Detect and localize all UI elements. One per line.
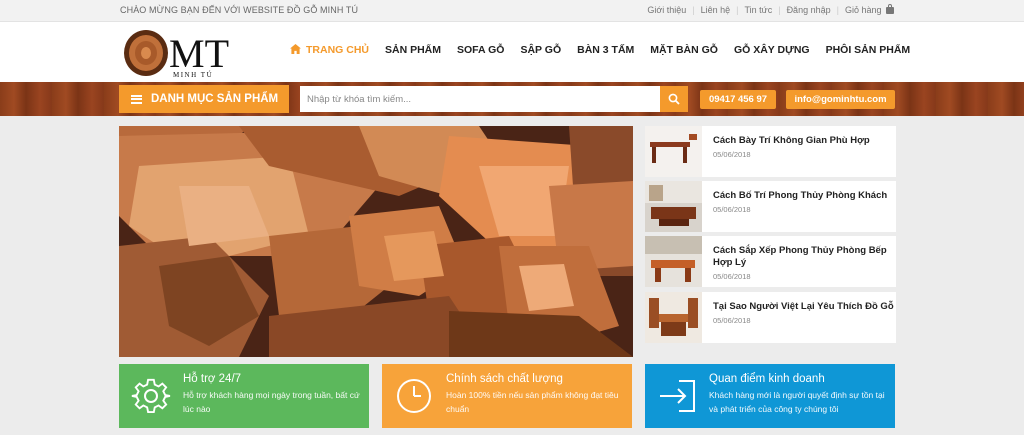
login-icon — [660, 380, 695, 412]
search-button[interactable] — [660, 86, 688, 112]
hero-banner-image[interactable] — [119, 126, 633, 357]
search-bar: DANH MỤC SẢN PHẨM 09417 456 97 info@gomi… — [0, 82, 1024, 116]
category-label: DANH MỤC SẢN PHẨM — [151, 93, 279, 105]
news-thumbnail — [645, 292, 702, 343]
news-thumbnail — [645, 126, 702, 177]
cart-label: Giỏ hàng — [844, 5, 882, 15]
search-icon — [668, 93, 680, 105]
news-date: 05/06/2018 — [713, 316, 751, 325]
feature-business-view[interactable]: Quan điểm kinh doanh Khách hàng mới là n… — [645, 364, 895, 428]
feature-quality-policy[interactable]: Chính sách chất lượng Hoàn 100% tiền nếu… — [382, 364, 632, 428]
feature-description: Hoàn 100% tiền nếu sản phẩm không đạt ti… — [446, 390, 619, 414]
nav-go-xay-dung[interactable]: GỖ XÂY DỰNG — [734, 44, 810, 56]
news-thumbnail — [645, 236, 702, 287]
feature-description: Khách hàng mới là người quyết định sự tồ… — [709, 390, 885, 414]
cart-icon — [886, 4, 894, 14]
welcome-text: CHÀO MỪNG BẠN ĐẾN VỚI WEBSITE ĐỒ GỖ MINH… — [120, 5, 359, 15]
news-item[interactable]: Tại Sao Người Việt Lại Yêu Thích Đồ Gỗ 05… — [645, 292, 896, 343]
link-about[interactable]: Giới thiệu — [641, 5, 692, 15]
logo-monogram: MT — [169, 31, 229, 76]
feature-description: Hỗ trợ khách hàng mọi ngày trong tuần, b… — [183, 390, 360, 414]
email-button[interactable]: info@gominhtu.com — [786, 90, 895, 109]
feature-title: Quan điểm kinh doanh — [709, 373, 825, 385]
feature-title: Chính sách chất lượng — [446, 373, 563, 385]
logo[interactable]: MT MINH TÚ — [124, 27, 230, 79]
top-bar: CHÀO MỪNG BẠN ĐẾN VỚI WEBSITE ĐỒ GỖ MINH… — [0, 0, 1024, 22]
news-date: 05/06/2018 — [713, 205, 751, 214]
clock-icon — [397, 379, 431, 413]
nav-products[interactable]: SẢN PHẨM — [385, 44, 441, 56]
nav-sap-go[interactable]: SẬP GỖ — [520, 44, 561, 56]
news-date: 05/06/2018 — [713, 272, 751, 281]
news-item[interactable]: Cách Bố Trí Phong Thủy Phòng Khách 05/06/… — [645, 181, 896, 232]
timber-logs-image — [119, 126, 633, 357]
nav-ban-3-tam[interactable]: BÀN 3 TẤM — [577, 44, 634, 56]
nav-sofa[interactable]: SOFA GỖ — [457, 44, 504, 56]
link-cart[interactable]: Giỏ hàng — [839, 4, 900, 15]
nav-mat-ban-go[interactable]: MẶT BÀN GỖ — [650, 44, 718, 56]
news-title: Cách Bố Trí Phong Thủy Phòng Khách — [713, 190, 888, 201]
news-thumbnail — [645, 181, 702, 232]
menu-icon — [131, 94, 142, 104]
gear-icon — [131, 378, 171, 414]
news-item[interactable]: Cách Sắp Xếp Phong Thủy Phòng Bếp Hợp Lý… — [645, 236, 896, 287]
link-login[interactable]: Đăng nhập — [781, 5, 837, 15]
nav-home-label: TRANG CHỦ — [306, 44, 369, 56]
news-title: Tại Sao Người Việt Lại Yêu Thích Đồ Gỗ — [713, 301, 894, 312]
news-title: Cách Bày Trí Không Gian Phù Hợp — [713, 135, 870, 146]
top-links: Giới thiệu | Liên hệ | Tin tức | Đăng nh… — [641, 4, 900, 15]
category-menu-button[interactable]: DANH MỤC SẢN PHẨM — [119, 85, 289, 113]
feature-support[interactable]: Hỗ trợ 24/7 Hỗ trợ khách hàng mọi ngày t… — [119, 364, 369, 428]
news-title: Cách Sắp Xếp Phong Thủy Phòng Bếp Hợp Lý — [713, 245, 887, 268]
header: MT MINH TÚ TRANG CHỦ SẢN PHẨM SOFA GỖ SẬ… — [0, 22, 1024, 82]
nav-home[interactable]: TRANG CHỦ — [290, 44, 369, 56]
phone-button[interactable]: 09417 456 97 — [700, 90, 776, 109]
link-news[interactable]: Tin tức — [739, 5, 779, 15]
feature-title: Hỗ trợ 24/7 — [183, 373, 242, 385]
news-date: 05/06/2018 — [713, 150, 751, 159]
logo-brand: MINH TÚ — [173, 71, 213, 79]
home-icon — [290, 44, 301, 54]
news-item[interactable]: Cách Bày Trí Không Gian Phù Hợp 05/06/201… — [645, 126, 896, 177]
link-contact[interactable]: Liên hệ — [695, 5, 737, 15]
nav-phoi-san-pham[interactable]: PHÔI SẢN PHẨM — [826, 44, 911, 56]
main-nav: TRANG CHỦ SẢN PHẨM SOFA GỖ SẬP GỖ BÀN 3 … — [290, 44, 926, 56]
search-input[interactable] — [300, 86, 660, 112]
